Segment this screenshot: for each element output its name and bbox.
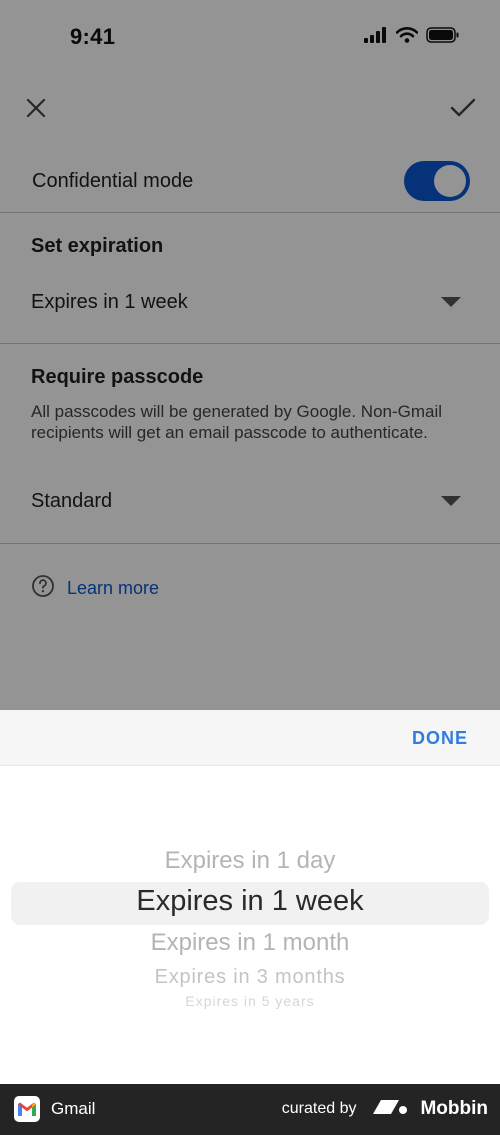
toggle-knob bbox=[434, 165, 466, 197]
passcode-description: All passcodes will be generated by Googl… bbox=[31, 402, 443, 442]
help-circle-icon bbox=[31, 574, 55, 603]
confirm-button[interactable] bbox=[446, 94, 480, 126]
passcode-value: Standard bbox=[31, 489, 113, 512]
top-app-bar bbox=[0, 88, 500, 134]
confidential-mode-label: Confidential mode bbox=[32, 169, 194, 192]
confidential-mode-toggle[interactable] bbox=[404, 161, 470, 201]
status-bar: 9:41 bbox=[0, 0, 500, 70]
footer-brand: curated by Mobbin bbox=[282, 1097, 488, 1120]
status-time: 9:41 bbox=[70, 24, 116, 49]
picker-option[interactable]: Expires in 1 day bbox=[0, 847, 500, 875]
battery-icon bbox=[426, 27, 460, 48]
close-button[interactable] bbox=[20, 94, 52, 126]
learn-more-link[interactable]: Learn more bbox=[31, 574, 159, 602]
check-icon bbox=[450, 98, 476, 123]
mobbin-brand-name: Mobbin bbox=[420, 1097, 488, 1119]
confidential-mode-screen: 9:41 Confidential mode Set expiration Ex… bbox=[0, 0, 500, 1130]
learn-more-label: Learn more bbox=[67, 577, 160, 598]
divider bbox=[0, 343, 500, 344]
status-icons bbox=[364, 27, 460, 48]
picker-option-selected[interactable]: Expires in 1 week bbox=[0, 885, 500, 918]
wifi-icon bbox=[395, 27, 419, 48]
dropdown-arrow-icon bbox=[441, 496, 461, 506]
attribution-bar: Gmail curated by Mobbin bbox=[0, 1084, 500, 1135]
close-icon bbox=[26, 98, 46, 123]
expiration-select[interactable]: Expires in 1 week bbox=[0, 278, 500, 326]
expiration-value: Expires in 1 week bbox=[31, 290, 188, 313]
gmail-logo-icon bbox=[14, 1096, 40, 1122]
expiration-picker-sheet: DONE Expires in 1 day Expires in 1 week … bbox=[0, 710, 500, 1130]
divider bbox=[0, 543, 500, 544]
picker-option[interactable]: Expires in 3 months bbox=[0, 966, 500, 989]
picker-toolbar: DONE bbox=[0, 710, 500, 766]
require-passcode-title: Require passcode bbox=[31, 366, 204, 388]
picker-option[interactable]: Expires in 5 years bbox=[0, 993, 500, 1009]
set-expiration-title: Set expiration bbox=[31, 235, 164, 257]
confidential-mode-row: Confidential mode bbox=[0, 150, 500, 212]
footer-app: Gmail bbox=[14, 1096, 95, 1122]
done-button[interactable]: DONE bbox=[412, 728, 468, 749]
dropdown-arrow-icon bbox=[441, 297, 461, 307]
passcode-select[interactable]: Standard bbox=[0, 477, 500, 525]
cellular-signal-icon bbox=[364, 27, 388, 48]
divider bbox=[0, 212, 500, 213]
expiration-picker-wheel[interactable]: Expires in 1 day Expires in 1 week Expir… bbox=[0, 766, 500, 1130]
footer-app-name: Gmail bbox=[51, 1099, 96, 1118]
picker-option[interactable]: Expires in 1 month bbox=[0, 929, 500, 957]
curated-by-label: curated by bbox=[281, 1099, 357, 1117]
mobbin-logo-icon bbox=[372, 1097, 410, 1120]
